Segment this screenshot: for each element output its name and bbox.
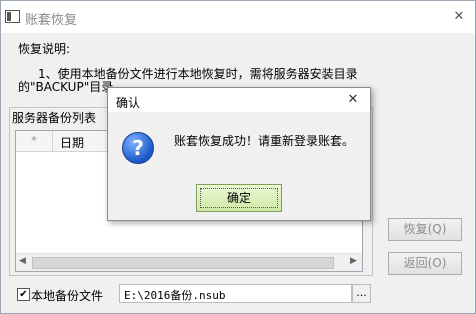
confirm-dialog: 确认 ✕ ? 账套恢复成功！请重新登录账套。 确定 (107, 87, 371, 221)
instructions-heading: 恢复说明: (18, 42, 71, 56)
scroll-left-icon[interactable]: ◀ (19, 256, 26, 266)
backup-path-field[interactable]: E:\2016备份.nsub (119, 284, 352, 303)
scrollbar-thumb[interactable] (32, 257, 334, 269)
dialog-title: 确认 (116, 96, 141, 110)
column-header-date[interactable]: 日期 (60, 134, 84, 151)
restore-window: 账套恢复 ✕ 恢复说明: 1、使用本地备份文件进行本地恢复时，需将服务器安装目录… (0, 0, 476, 314)
title-bar: 账套恢复 ✕ (1, 1, 475, 33)
back-button[interactable]: 返回(O) (388, 252, 462, 275)
ok-button[interactable]: 确定 (196, 184, 282, 212)
browse-button[interactable]: ... (352, 284, 371, 303)
backup-list-group-title: 服务器备份列表 (10, 109, 99, 126)
local-backup-checkbox[interactable]: ✔ (17, 288, 30, 301)
dialog-message: 账套恢复成功！请重新登录账套。 (174, 134, 355, 148)
instructions-line-2: 的"BACKUP"目录 (18, 80, 114, 94)
horizontal-scrollbar[interactable]: ◀ ▶ (16, 253, 362, 271)
dialog-close-icon[interactable]: ✕ (344, 92, 362, 108)
scroll-right-icon[interactable]: ▶ (350, 256, 357, 266)
column-header-marker[interactable]: * (16, 131, 53, 151)
restore-button[interactable]: 恢复(Q) (388, 218, 462, 241)
app-icon (5, 10, 20, 23)
close-icon[interactable]: ✕ (449, 7, 469, 27)
question-icon: ? (122, 132, 154, 164)
local-backup-label: 本地备份文件 (31, 289, 104, 303)
ok-button-label: 确定 (226, 191, 251, 205)
window-title: 账套恢复 (25, 13, 78, 28)
dialog-title-bar: 确认 ✕ (108, 88, 370, 112)
